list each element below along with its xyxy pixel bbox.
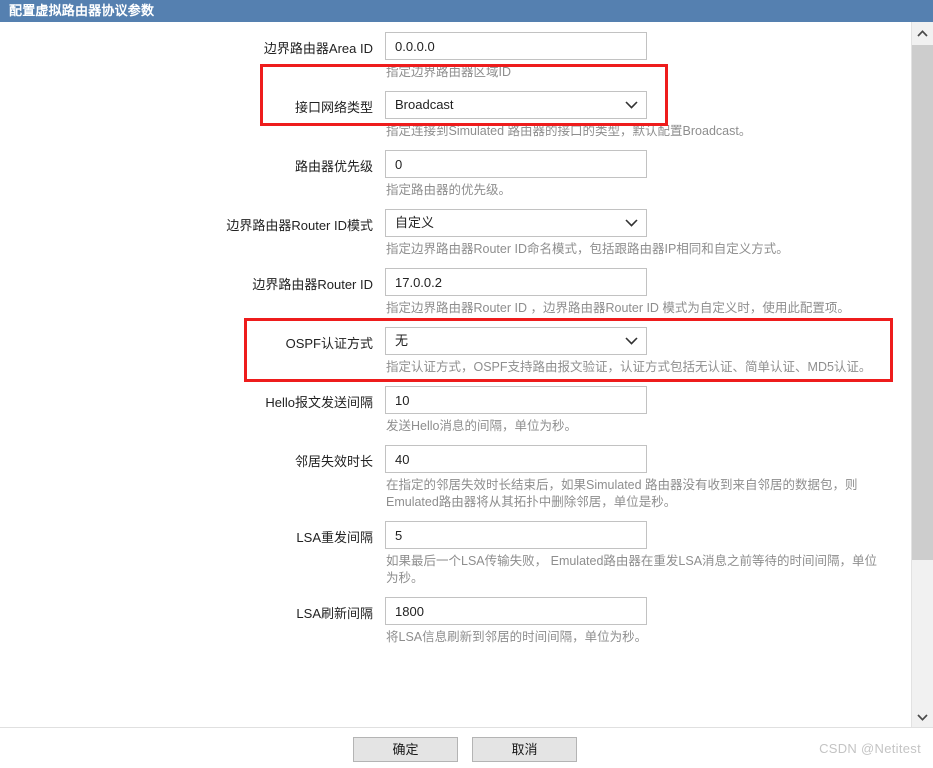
field-control-wrap: 发送Hello消息的间隔，单位为秒。 xyxy=(385,386,885,435)
select-wrapper: 无简单认证MD5认证 xyxy=(385,327,647,355)
field-hint: 指定路由器的优先级。 xyxy=(386,183,512,197)
text-input-8[interactable] xyxy=(385,521,647,549)
settings-scroll-viewport[interactable]: 边界路由器Area ID 指定边界路由器区域ID 接口网络类型 BroadcastPo… xyxy=(0,22,911,728)
field-hint: 指定边界路由器区域ID xyxy=(386,65,512,79)
field-control-wrap: 指定边界路由器区域ID xyxy=(385,32,885,81)
ok-button[interactable]: 确定 xyxy=(353,737,458,762)
page-title: 配置虚拟路由器协议参数 xyxy=(9,3,155,18)
field-row-inner: LSA刷新间隔将LSA信息刷新到邻居的时间间隔，单位为秒。 xyxy=(0,597,911,646)
field-hint: 指定连接到Simulated 路由器的接口的类型，默认配置Broadcast。 xyxy=(386,124,752,138)
window-title-bar: 配置虚拟路由器协议参数 xyxy=(0,0,933,22)
text-input-0[interactable] xyxy=(385,32,647,60)
field-row-inner: 边界路由器Router ID 指定边界路由器Router ID ，边界路由器Rou… xyxy=(0,268,911,317)
cancel-button[interactable]: 取消 xyxy=(472,737,577,762)
field-control-wrap: 自定义跟路由器IP相同指定边界路由器Router ID命名模式，包括跟路由器IP… xyxy=(385,209,885,258)
text-input-2[interactable] xyxy=(385,150,647,178)
form-field-row: LSA刷新间隔将LSA信息刷新到邻居的时间间隔，单位为秒。 xyxy=(0,597,911,656)
select-3[interactable]: 自定义跟路由器IP相同 xyxy=(385,209,647,237)
text-input-9[interactable] xyxy=(385,597,647,625)
form-field-row: 邻居失效时长在指定的邻居失效时长结束后，如果Simulated 路由器没有收到来… xyxy=(0,445,911,521)
field-row-inner: 边界路由器Router ID模式自定义跟路由器IP相同指定边界路由器Router… xyxy=(0,209,911,258)
form-field-row: 边界路由器Area ID 指定边界路由器区域ID xyxy=(0,32,911,91)
select-5[interactable]: 无简单认证MD5认证 xyxy=(385,327,647,355)
vertical-scrollbar[interactable] xyxy=(911,22,933,728)
select-wrapper: BroadcastPoint-to-Point xyxy=(385,91,647,119)
field-label: 边界路由器Router ID xyxy=(252,277,373,292)
watermark-text: CSDN @Netitest xyxy=(819,741,921,756)
form-field-row: 路由器优先级指定路由器的优先级。 xyxy=(0,150,911,209)
scroll-down-arrow-icon[interactable] xyxy=(912,706,933,728)
field-hint: 指定认证方式，OSPF支持路由报文验证，认证方式包括无认证、简单认证、MD5认证… xyxy=(386,360,872,374)
field-label: Hello报文发送间隔 xyxy=(265,395,373,410)
field-hint: 将LSA信息刷新到邻居的时间间隔，单位为秒。 xyxy=(386,630,648,644)
field-label: OSPF认证方式 xyxy=(285,336,373,351)
field-hint: 在指定的邻居失效时长结束后，如果Simulated 路由器没有收到来自邻居的数据… xyxy=(386,478,858,509)
field-control-wrap: 指定边界路由器Router ID ，边界路由器Router ID 模式为自定义时… xyxy=(385,268,885,317)
field-label: 边界路由器Router ID模式 xyxy=(226,218,373,233)
text-input-4[interactable] xyxy=(385,268,647,296)
field-row-inner: 邻居失效时长在指定的邻居失效时长结束后，如果Simulated 路由器没有收到来… xyxy=(0,445,911,511)
field-label: 边界路由器Area ID xyxy=(263,41,373,56)
field-hint: 指定边界路由器Router ID命名模式，包括跟路由器IP相同和自定义方式。 xyxy=(386,242,789,256)
field-control-wrap: 将LSA信息刷新到邻居的时间间隔，单位为秒。 xyxy=(385,597,885,646)
field-hint: 发送Hello消息的间隔，单位为秒。 xyxy=(386,419,577,433)
text-input-6[interactable] xyxy=(385,386,647,414)
text-input-7[interactable] xyxy=(385,445,647,473)
protocol-parameters-form: 边界路由器Area ID 指定边界路由器区域ID 接口网络类型 BroadcastPo… xyxy=(0,22,911,656)
field-control-wrap: 无简单认证MD5认证指定认证方式，OSPF支持路由报文验证，认证方式包括无认证、… xyxy=(385,327,885,376)
field-label: LSA刷新间隔 xyxy=(296,606,373,621)
field-label: LSA重发间隔 xyxy=(296,530,373,545)
field-row-inner: 接口网络类型 BroadcastPoint-to-Point 指定连接到Simula… xyxy=(0,91,911,140)
select-1[interactable]: BroadcastPoint-to-Point xyxy=(385,91,647,119)
form-field-row: 接口网络类型 BroadcastPoint-to-Point 指定连接到Simula… xyxy=(0,91,911,150)
dialog-footer: 确定 取消 CSDN @Netitest xyxy=(0,727,933,768)
field-control-wrap: 在指定的邻居失效时长结束后，如果Simulated 路由器没有收到来自邻居的数据… xyxy=(385,445,885,511)
form-field-row: LSA重发间隔如果最后一个LSA传输失败， Emulated路由器在重发LSA消… xyxy=(0,521,911,597)
field-hint: 如果最后一个LSA传输失败， Emulated路由器在重发LSA消息之前等待的时… xyxy=(386,554,878,585)
field-control-wrap: 指定路由器的优先级。 xyxy=(385,150,885,199)
form-field-row: 边界路由器Router ID模式自定义跟路由器IP相同指定边界路由器Router… xyxy=(0,209,911,268)
field-control-wrap: BroadcastPoint-to-Point 指定连接到Simulated 路由… xyxy=(385,91,885,140)
field-row-inner: 边界路由器Area ID 指定边界路由器区域ID xyxy=(0,32,911,81)
field-control-wrap: 如果最后一个LSA传输失败， Emulated路由器在重发LSA消息之前等待的时… xyxy=(385,521,885,587)
field-label: 接口网络类型 xyxy=(294,100,373,115)
form-field-row: OSPF认证方式无简单认证MD5认证指定认证方式，OSPF支持路由报文验证，认证… xyxy=(0,327,911,386)
scrollbar-thumb[interactable] xyxy=(912,45,933,560)
field-row-inner: OSPF认证方式无简单认证MD5认证指定认证方式，OSPF支持路由报文验证，认证… xyxy=(0,327,911,376)
form-field-row: 边界路由器Router ID 指定边界路由器Router ID ，边界路由器Rou… xyxy=(0,268,911,327)
scroll-up-arrow-icon[interactable] xyxy=(912,22,933,44)
field-hint: 指定边界路由器Router ID ，边界路由器Router ID 模式为自定义时… xyxy=(386,301,850,315)
form-field-row: Hello报文发送间隔发送Hello消息的间隔，单位为秒。 xyxy=(0,386,911,445)
field-row-inner: 路由器优先级指定路由器的优先级。 xyxy=(0,150,911,199)
field-row-inner: Hello报文发送间隔发送Hello消息的间隔，单位为秒。 xyxy=(0,386,911,435)
field-label: 邻居失效时长 xyxy=(294,454,373,469)
field-row-inner: LSA重发间隔如果最后一个LSA传输失败， Emulated路由器在重发LSA消… xyxy=(0,521,911,587)
field-label: 路由器优先级 xyxy=(294,159,373,174)
select-wrapper: 自定义跟路由器IP相同 xyxy=(385,209,647,237)
